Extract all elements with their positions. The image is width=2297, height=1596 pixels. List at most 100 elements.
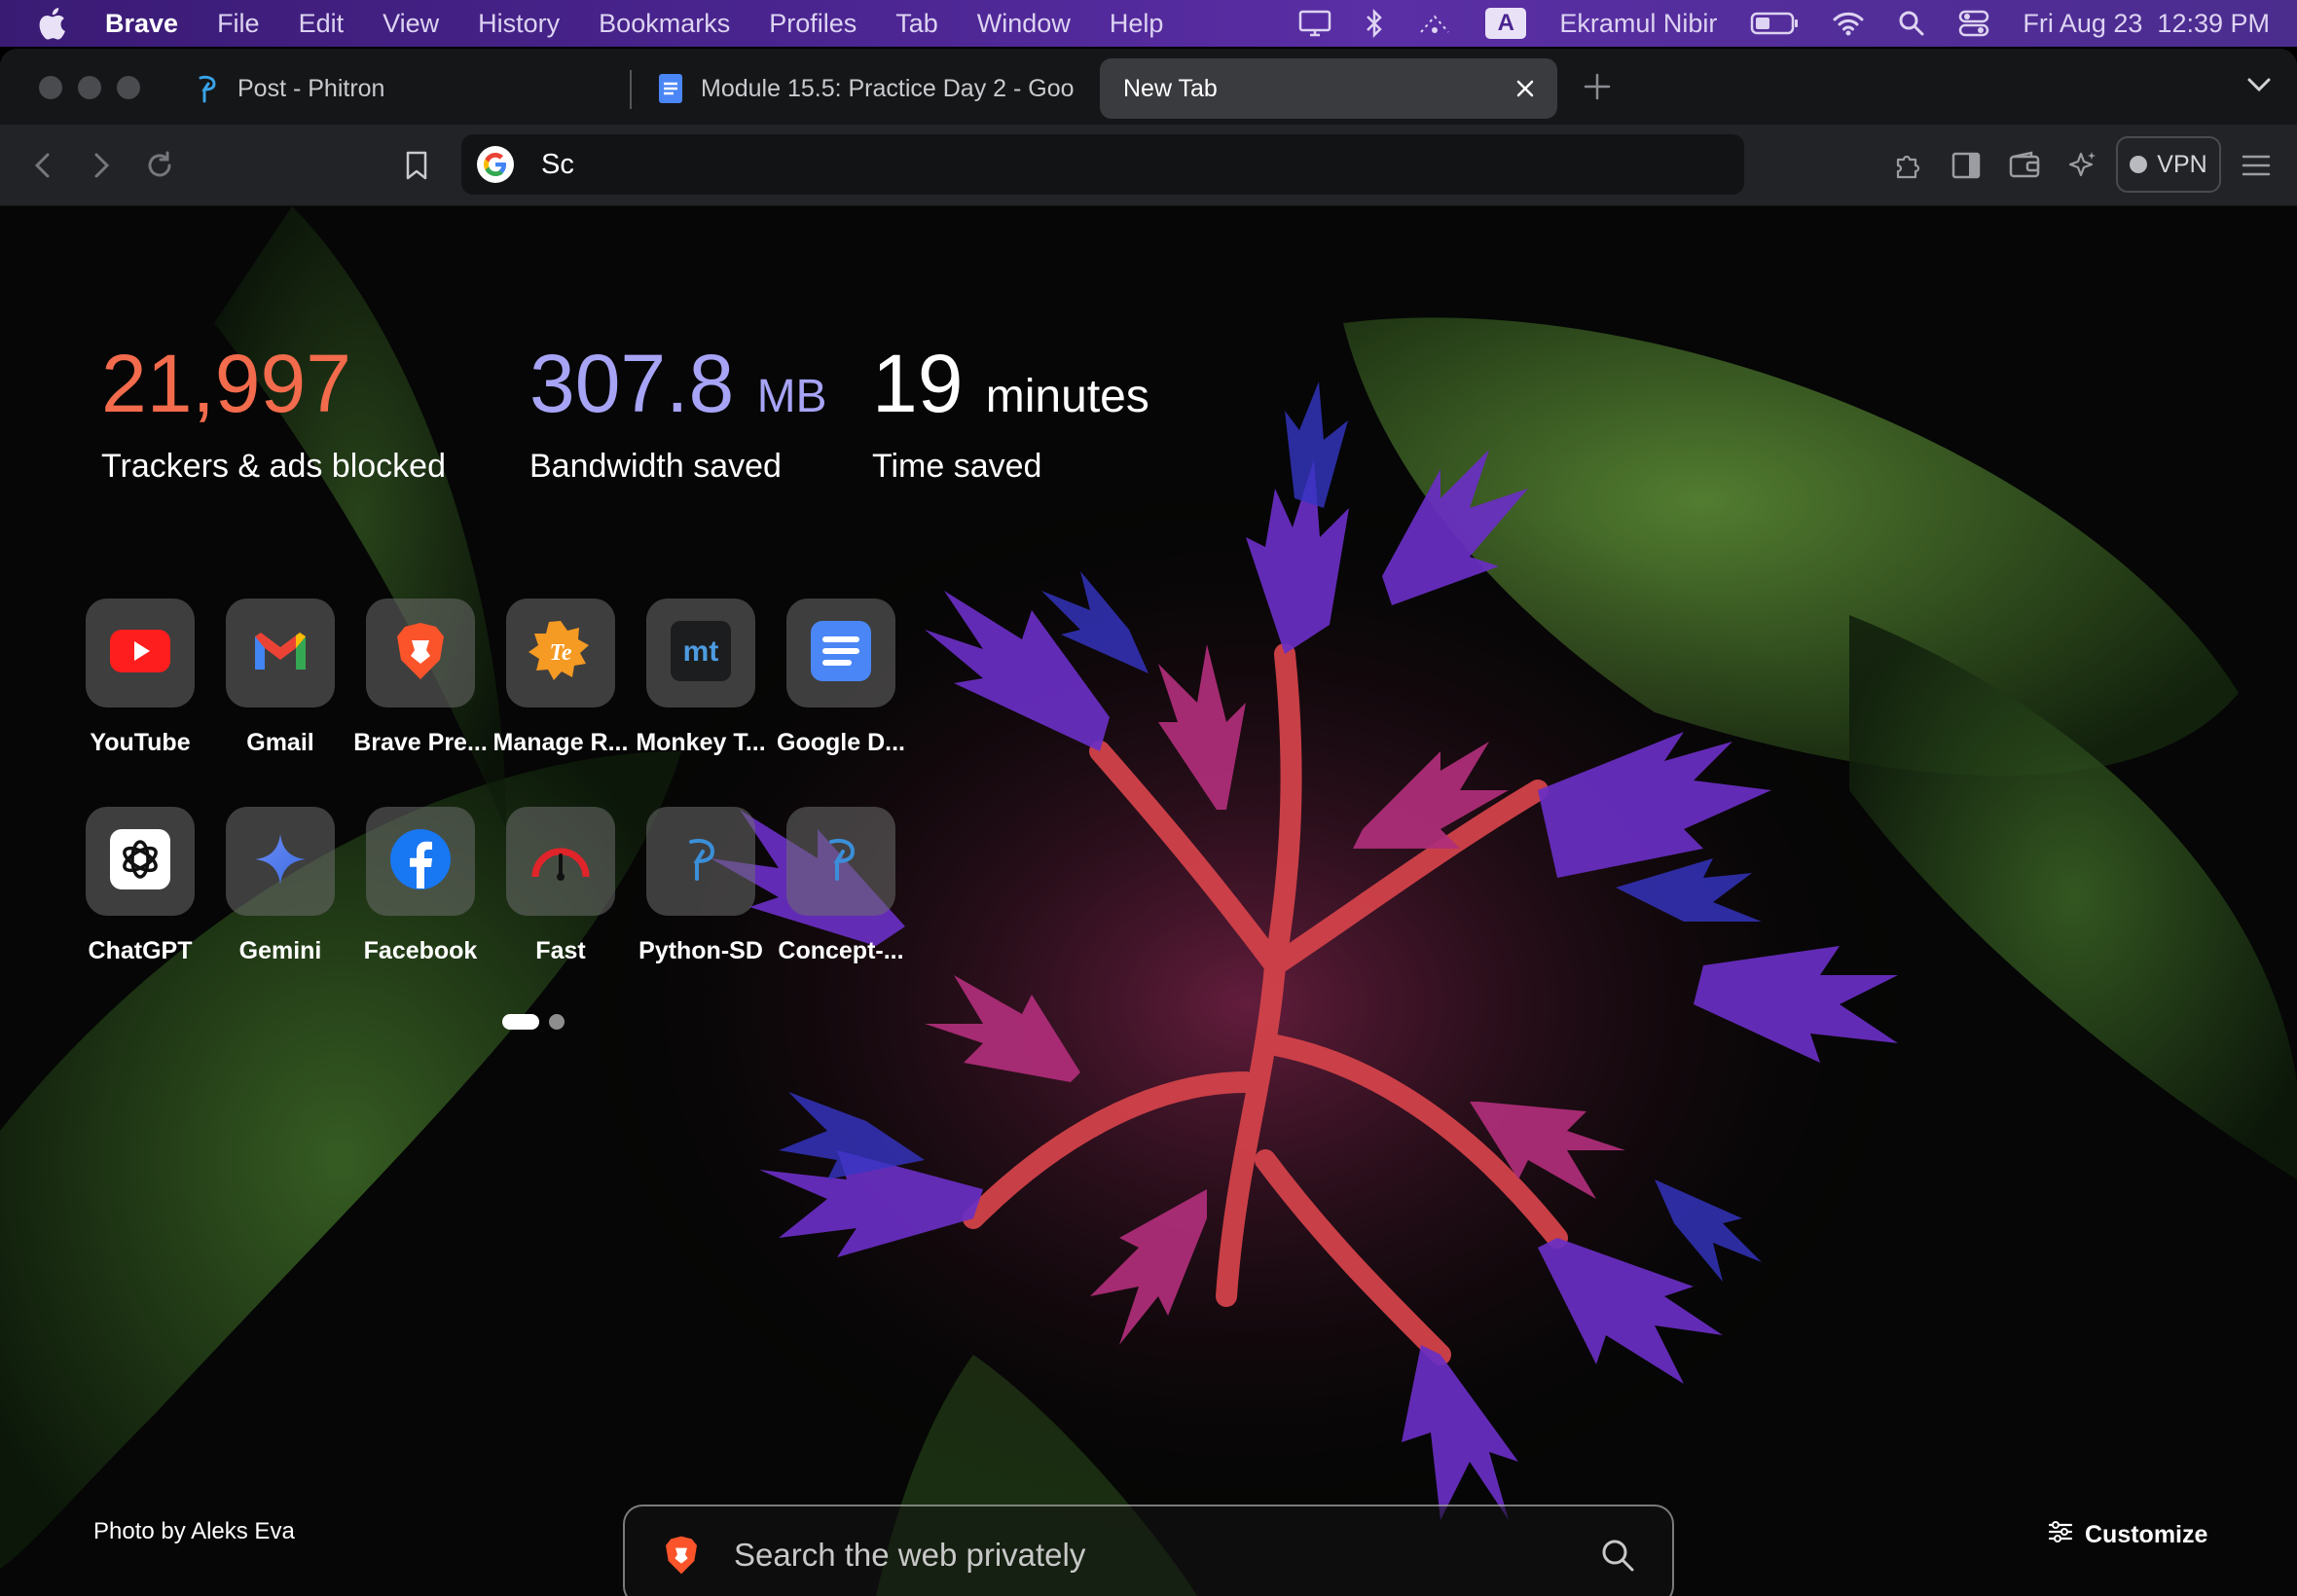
window-zoom-button[interactable]	[117, 76, 140, 99]
forward-arrow-icon[interactable]	[82, 146, 121, 185]
back-arrow-icon[interactable]	[23, 146, 62, 185]
gemini-icon	[253, 832, 308, 891]
vpn-label: VPN	[2157, 150, 2207, 178]
top-site-label: ChatGPT	[88, 937, 193, 964]
tab-search-chevron-down-icon[interactable]	[2246, 76, 2272, 98]
address-bar[interactable]: Sc	[461, 134, 1744, 195]
extensions-puzzle-icon[interactable]	[1888, 146, 1927, 185]
sidebar-toggle-icon[interactable]	[1947, 146, 1986, 185]
input-source-indicator[interactable]: A	[1485, 8, 1527, 39]
page-dot-active[interactable]	[502, 1014, 539, 1030]
bandwidth-unit: MB	[756, 371, 827, 422]
top-site-monkeytype[interactable]: mt Monkey T...	[631, 598, 771, 757]
close-tab-icon[interactable]	[1511, 74, 1540, 103]
top-site-gmail[interactable]: Gmail	[210, 598, 350, 757]
leo-ai-sparkle-icon[interactable]	[2063, 146, 2102, 185]
top-site-label: Brave Pre...	[353, 729, 488, 756]
window-close-button[interactable]	[39, 76, 62, 99]
battery-icon[interactable]	[1750, 11, 1799, 36]
menu-tab[interactable]: Tab	[895, 9, 938, 39]
tab-title: Post - Phitron	[237, 74, 385, 102]
top-site-brave-premium[interactable]: Brave Pre...	[350, 598, 491, 757]
top-site-facebook[interactable]: Facebook	[350, 807, 491, 965]
menu-help[interactable]: Help	[1110, 9, 1164, 39]
browser-toolbar: Sc VPN	[0, 125, 2297, 206]
new-tab-page: 21,997 Trackers & ads blocked 307.8 MB B…	[0, 206, 2297, 1596]
bluetooth-icon[interactable]	[1365, 9, 1384, 38]
page-dot[interactable]	[549, 1014, 565, 1030]
brave-lion-icon	[664, 1535, 699, 1576]
new-tab-plus-icon[interactable]	[1581, 70, 1614, 108]
spotlight-search-icon[interactable]	[1898, 10, 1925, 37]
window-minimize-button[interactable]	[78, 76, 101, 99]
bandwidth-value: 307.8	[529, 338, 735, 429]
top-site-label: Gmail	[246, 729, 314, 756]
brave-icon	[394, 621, 447, 686]
menu-file[interactable]: File	[217, 9, 260, 39]
tab-title: New Tab	[1123, 74, 1218, 102]
top-site-gemini[interactable]: Gemini	[210, 807, 350, 965]
display-icon[interactable]	[1298, 10, 1331, 37]
youtube-icon	[109, 629, 171, 678]
svg-text:Te: Te	[549, 640, 571, 666]
google-icon	[477, 146, 514, 183]
vpn-button[interactable]: VPN	[2116, 136, 2221, 193]
tab-divider	[630, 70, 632, 109]
bookmark-icon[interactable]	[397, 146, 436, 185]
top-site-python-sd[interactable]: Python-SD	[631, 807, 771, 965]
time-unit: minutes	[985, 371, 1149, 422]
tab-title: Module 15.5: Practice Day 2 - Goo	[701, 74, 1075, 102]
menu-bookmarks[interactable]: Bookmarks	[599, 9, 730, 39]
address-bar-text[interactable]: Sc	[541, 149, 574, 181]
top-site-manage-r[interactable]: Te Manage R...	[491, 598, 631, 757]
bandwidth-saved-stat: 307.8 MB Bandwidth saved	[529, 343, 827, 486]
trackers-count: 21,997	[101, 338, 351, 429]
bandwidth-label: Bandwidth saved	[529, 448, 782, 485]
monkeytype-icon: mt	[670, 620, 732, 687]
tab-new-tab[interactable]: New Tab	[1100, 58, 1557, 119]
menu-edit[interactable]: Edit	[299, 9, 345, 39]
top-site-chatgpt[interactable]: ChatGPT	[70, 807, 210, 965]
tab-module-practice[interactable]: Module 15.5: Practice Day 2 - Goo	[658, 58, 1076, 119]
sliders-icon	[2048, 1520, 2073, 1550]
screen-mirroring-icon[interactable]	[1417, 11, 1452, 36]
trackers-blocked-stat: 21,997 Trackers & ads blocked	[101, 343, 446, 486]
facebook-icon	[389, 828, 452, 895]
top-site-fast[interactable]: Fast	[491, 807, 631, 965]
vpn-status-icon	[2130, 156, 2148, 173]
top-site-google-docs[interactable]: Google D...	[771, 598, 911, 757]
tab-phitron-post[interactable]: Post - Phitron	[195, 58, 623, 119]
google-docs-icon	[810, 620, 872, 687]
hamburger-menu-icon[interactable]	[2237, 146, 2276, 185]
menubar-clock[interactable]: Fri Aug 23 12:39 PM	[2023, 9, 2270, 39]
customize-button[interactable]: Customize	[2048, 1520, 2207, 1550]
menu-history[interactable]: History	[478, 9, 560, 39]
user-name[interactable]: Ekramul Nibir	[1559, 9, 1717, 39]
macos-menu-bar: Brave File Edit View History Bookmarks P…	[0, 0, 2297, 47]
phitron-icon	[681, 836, 720, 888]
gmail-icon	[251, 629, 310, 678]
search-placeholder[interactable]: Search the web privately	[734, 1537, 1600, 1574]
top-site-label: Manage R...	[492, 729, 629, 756]
top-site-label: YouTube	[90, 729, 191, 756]
chatgpt-icon	[109, 828, 171, 895]
apple-menu-icon[interactable]	[37, 7, 76, 40]
menu-view[interactable]: View	[383, 9, 439, 39]
top-site-youtube[interactable]: YouTube	[70, 598, 210, 757]
search-icon[interactable]	[1600, 1538, 1635, 1573]
wallet-icon[interactable]	[2005, 146, 2044, 185]
top-site-label: Fast	[535, 937, 586, 964]
reload-icon[interactable]	[140, 146, 179, 185]
private-search-box[interactable]: Search the web privately	[623, 1505, 1674, 1596]
svg-text:mt: mt	[683, 635, 719, 668]
top-site-label: Monkey T...	[636, 729, 766, 756]
menu-profiles[interactable]: Profiles	[769, 9, 857, 39]
top-site-concept[interactable]: Concept-...	[771, 807, 911, 965]
menu-window[interactable]: Window	[977, 9, 1071, 39]
control-center-icon[interactable]	[1958, 10, 1989, 37]
browser-window: Post - Phitron Module 15.5: Practice Day…	[0, 49, 2297, 1596]
photo-credit[interactable]: Photo by Aleks Eva	[93, 1518, 295, 1545]
wifi-icon[interactable]	[1832, 11, 1865, 36]
menu-app-brave[interactable]: Brave	[105, 9, 178, 39]
google-docs-icon	[658, 73, 683, 104]
